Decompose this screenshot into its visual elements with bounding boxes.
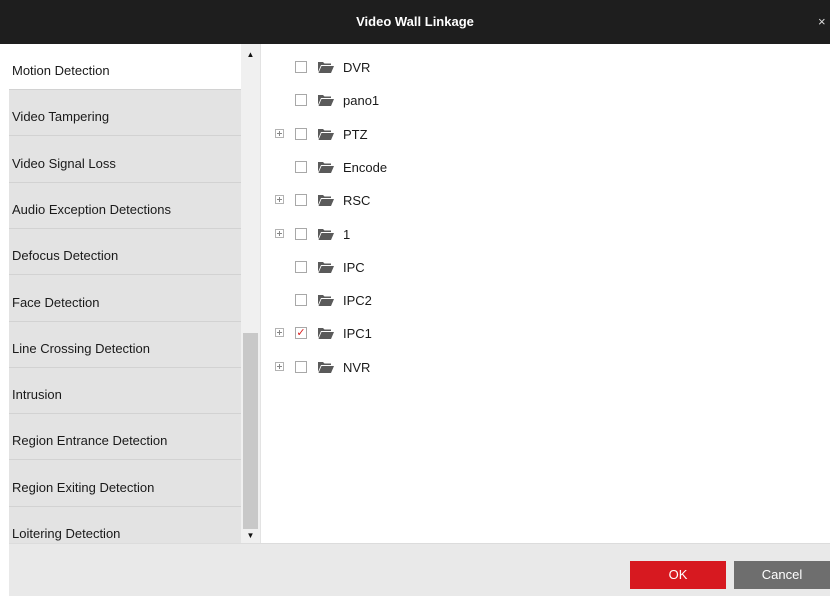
sidebar-item-label: Region Exiting Detection [12, 479, 155, 495]
sidebar-item-label: Face Detection [12, 294, 100, 310]
cancel-button[interactable]: Cancel [734, 561, 830, 589]
tree-node-checkbox[interactable] [295, 61, 307, 73]
sidebar-item[interactable]: Line Crossing Detection [9, 322, 241, 368]
device-tree: DVR pano1 PTZ Encode RSC 1 IPC IPC2 ✓ IPC1 NVR [260, 44, 830, 543]
sidebar-item-label: Audio Exception Detections [12, 201, 171, 217]
ok-button[interactable]: OK [630, 561, 726, 589]
expand-icon[interactable] [275, 228, 284, 238]
tree-node-label: IPC1 [343, 326, 372, 342]
folder-icon [317, 193, 335, 207]
dialog-title: Video Wall Linkage [356, 14, 474, 29]
folder-icon [317, 127, 335, 141]
scrollbar-thumb[interactable] [243, 333, 258, 529]
sidebar-item-label: Video Signal Loss [12, 155, 116, 171]
expand-icon[interactable] [275, 195, 284, 205]
sidebar-item-label: Line Crossing Detection [12, 340, 151, 356]
sidebar-item-label: Defocus Detection [12, 248, 119, 264]
tree-node-label: PTZ [343, 126, 368, 142]
tree-node-label: pano1 [343, 93, 380, 109]
sidebar-item[interactable]: Intrusion [9, 368, 241, 415]
tree-node[interactable]: NVR [261, 358, 821, 378]
folder-icon [317, 60, 335, 74]
tree-node[interactable]: IPC [261, 258, 821, 278]
sidebar-item-label: Motion Detection [12, 63, 110, 78]
scroll-up-icon[interactable]: ▲ [241, 48, 260, 62]
tree-node-label: DVR [343, 60, 371, 75]
dialog-titlebar: Video Wall Linkage × [0, 0, 830, 44]
tree-node[interactable]: IPC2 [261, 291, 821, 311]
sidebar-item-label: Video Tampering [12, 109, 110, 125]
tree-node-label: Encode [343, 159, 388, 175]
tree-node-checkbox[interactable] [295, 127, 307, 140]
sidebar-scrollbar[interactable]: ▲ ▼ [241, 44, 260, 543]
sidebar-item[interactable]: Region Entrance Detection [9, 414, 241, 461]
folder-icon [317, 360, 335, 374]
folder-icon [317, 326, 335, 340]
tree-node-label: IPC [343, 259, 365, 275]
tree-node[interactable]: pano1 [261, 91, 821, 111]
sidebar-item[interactable]: Face Detection [9, 276, 241, 322]
sidebar-item[interactable]: Video Tampering [9, 90, 241, 137]
sidebar-item-label: Intrusion [12, 387, 62, 403]
tree-node-checkbox[interactable] [295, 160, 307, 173]
sidebar-item-label: Region Entrance Detection [12, 433, 168, 449]
scroll-down-icon[interactable]: ▼ [241, 529, 260, 543]
sidebar-item[interactable]: Loitering Detection [9, 507, 241, 543]
tree-node[interactable]: PTZ [261, 125, 821, 145]
folder-icon [317, 93, 335, 107]
tree-node-checkbox[interactable]: ✓ [295, 327, 307, 340]
event-type-list: Motion Detection Video Tampering Video Sig… [9, 44, 241, 543]
sidebar-item[interactable]: Video Signal Loss [9, 137, 241, 183]
sidebar-item[interactable]: Motion Detection [9, 44, 241, 90]
tree-node[interactable]: ✓ IPC1 [261, 324, 821, 344]
tree-node-checkbox[interactable] [295, 194, 307, 207]
dialog-footer: OK Cancel [9, 543, 830, 596]
tree-node-checkbox[interactable] [295, 227, 307, 240]
expand-icon[interactable] [275, 328, 284, 338]
sidebar-item[interactable]: Region Exiting Detection [9, 461, 241, 507]
tree-node[interactable]: Encode [261, 158, 821, 178]
tree-node-checkbox[interactable] [295, 294, 307, 307]
tree-node-label: RSC [343, 193, 371, 209]
folder-icon [317, 160, 335, 174]
tree-node[interactable]: 1 [261, 225, 821, 245]
sidebar-item[interactable]: Audio Exception Detections [9, 183, 241, 229]
close-icon[interactable]: × [818, 0, 830, 44]
expand-icon[interactable] [275, 128, 284, 138]
tree-node-label: IPC2 [343, 293, 372, 309]
expand-icon[interactable] [275, 361, 284, 371]
tree-node-checkbox[interactable] [295, 94, 307, 107]
sidebar-item[interactable]: Defocus Detection [9, 229, 241, 276]
tree-node[interactable]: DVR [261, 58, 821, 78]
tree-node-checkbox[interactable] [295, 260, 307, 273]
tree-node[interactable]: RSC [261, 191, 821, 211]
tree-node-label: 1 [343, 226, 351, 242]
folder-icon [317, 227, 335, 241]
tree-node-label: NVR [343, 359, 371, 375]
folder-icon [317, 260, 335, 274]
tree-node-checkbox[interactable] [295, 360, 307, 373]
sidebar-item-label: Loitering Detection [12, 526, 121, 541]
folder-icon [317, 293, 335, 307]
